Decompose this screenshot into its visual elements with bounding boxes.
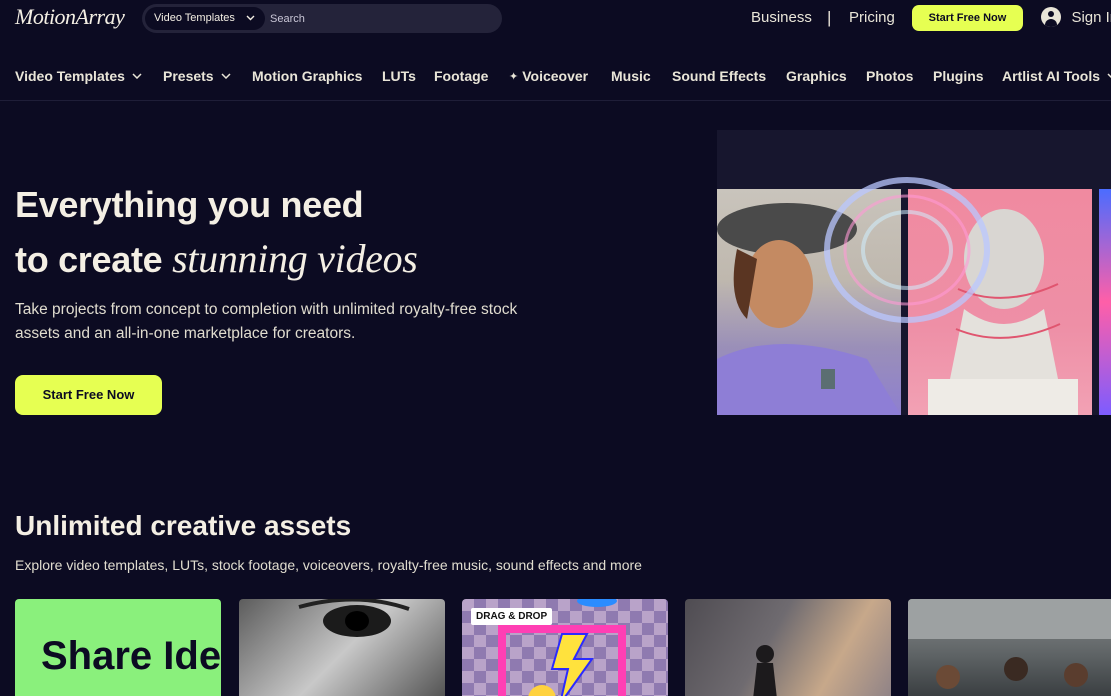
nav-item-video-templates[interactable]: Video Templates	[15, 68, 142, 84]
sign-in-label: Sign In	[1071, 8, 1111, 26]
business-link[interactable]: Business	[751, 9, 812, 26]
asset-card[interactable]	[239, 599, 445, 696]
nav-item-artlist-ai-tools[interactable]: Artlist AI Tools	[1002, 68, 1111, 84]
nav-item-sound-effects[interactable]: Sound Effects	[672, 68, 766, 84]
start-free-now-header-button[interactable]: Start Free Now	[912, 5, 1023, 31]
search-bar: Video Templates	[142, 4, 502, 33]
nav-item-voiceover[interactable]: ✦ Voiceover	[509, 68, 588, 84]
nav-item-plugins[interactable]: Plugins	[933, 68, 984, 84]
header-separator: |	[827, 8, 832, 27]
sign-in-link[interactable]: Sign In	[1041, 7, 1111, 27]
hero-title-line1: Everything you need	[15, 184, 364, 225]
assets-section-title: Unlimited creative assets	[15, 510, 352, 541]
sparkle-icon: ✦	[509, 71, 519, 83]
nav-divider	[0, 100, 1111, 101]
top-bar: MotionArray Video Templates Business | P…	[0, 0, 1111, 38]
nav-item-music[interactable]: Music	[611, 68, 651, 84]
hero-title: Everything you need to create stunning v…	[15, 178, 418, 287]
colorful-photo	[1099, 189, 1111, 415]
hero-subtitle: Take projects from concept to completion…	[15, 301, 518, 342]
search-input[interactable]	[270, 9, 490, 28]
hero-title-plain: to create	[15, 239, 173, 280]
hero-title-serif: stunning videos	[172, 236, 418, 281]
hero-collage-image	[717, 130, 1111, 415]
footage-image	[753, 645, 777, 696]
chevron-down-icon	[132, 73, 142, 79]
asset-card[interactable]: Share Ideas	[15, 599, 221, 696]
category-nav: Video Templates Presets Motion Graphics …	[0, 62, 1111, 92]
share-ideas-graphic: Share Ideas	[41, 634, 221, 678]
lightning-graphic	[498, 599, 626, 696]
search-category-label: Video Templates	[154, 12, 235, 24]
nav-item-label: Voiceover	[522, 68, 589, 84]
glass-ring-graphic	[824, 177, 990, 323]
chevron-down-icon	[246, 15, 255, 21]
nav-item-label: Presets	[163, 68, 214, 84]
nav-item-label: Video Templates	[15, 68, 125, 84]
asset-card[interactable]	[908, 599, 1111, 696]
search-category-dropdown[interactable]: Video Templates	[145, 7, 265, 30]
nav-item-footage[interactable]: Footage	[434, 68, 488, 84]
nav-item-graphics[interactable]: Graphics	[786, 68, 847, 84]
nav-item-luts[interactable]: LUTs	[382, 68, 416, 84]
nav-item-presets[interactable]: Presets	[163, 68, 231, 84]
nav-item-photos[interactable]: Photos	[866, 68, 913, 84]
group-photo-image	[908, 599, 1111, 689]
pricing-link[interactable]: Pricing	[849, 9, 895, 26]
motionarray-logo[interactable]: MotionArray	[15, 4, 125, 30]
user-icon	[1041, 7, 1061, 27]
nav-item-label: Artlist AI Tools	[1002, 68, 1100, 84]
asset-card[interactable]	[685, 599, 891, 696]
chevron-down-icon	[221, 73, 231, 79]
chevron-down-icon	[1107, 73, 1111, 79]
eye-closeup-image	[298, 599, 410, 637]
nav-item-motion-graphics[interactable]: Motion Graphics	[252, 68, 362, 84]
asset-card[interactable]: DRAG & DROP	[462, 599, 668, 696]
assets-section-subtitle: Explore video templates, LUTs, stock foo…	[15, 557, 642, 573]
hero-title-line2: to create stunning videos	[15, 232, 418, 287]
start-free-now-hero-button[interactable]: Start Free Now	[15, 375, 162, 415]
